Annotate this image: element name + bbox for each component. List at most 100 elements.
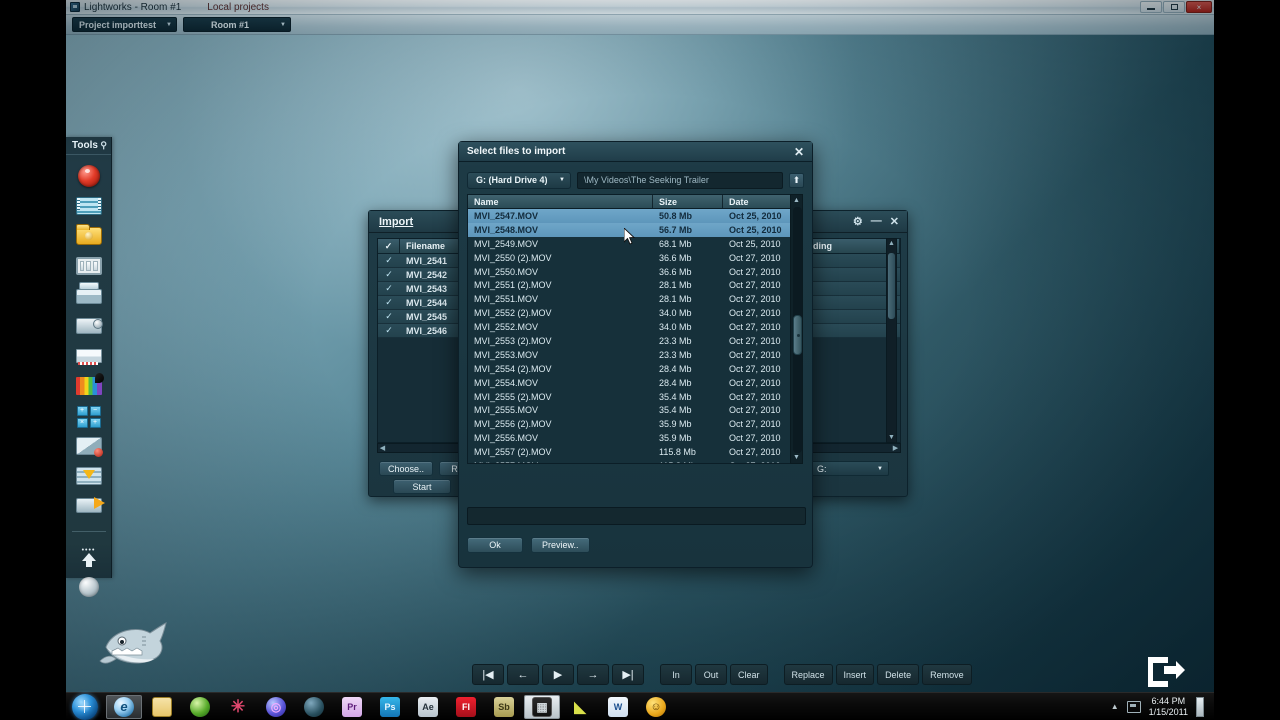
- capture-icon[interactable]: [75, 315, 103, 337]
- settings-icon[interactable]: ⚙: [853, 215, 863, 228]
- scrollbar-thumb[interactable]: [793, 315, 802, 355]
- column-header-size[interactable]: Size: [653, 195, 723, 208]
- row-checkbox[interactable]: ✓: [378, 324, 400, 337]
- taskbar-media-app-icon[interactable]: ◎: [258, 695, 294, 719]
- file-list-row[interactable]: MVI_2556 (2).MOV 35.9 Mb Oct 27, 2010: [468, 417, 794, 431]
- file-list-row[interactable]: MVI_2555 (2).MOV 35.4 Mb Oct 27, 2010: [468, 390, 794, 404]
- step-forward-icon[interactable]: →: [577, 664, 609, 685]
- start-button[interactable]: Start: [393, 479, 451, 494]
- file-list-row[interactable]: MVI_2547.MOV 50.8 Mb Oct 25, 2010: [468, 209, 794, 223]
- show-desktop-button[interactable]: [1196, 696, 1204, 717]
- file-list-scrollbar[interactable]: ▲ ▼: [790, 194, 803, 464]
- row-checkbox[interactable]: ✓: [378, 310, 400, 323]
- transport-clear-button[interactable]: Clear: [730, 664, 768, 685]
- taskbar-lightworks-icon[interactable]: ▦: [524, 694, 560, 719]
- transport-delete-button[interactable]: Delete: [877, 664, 920, 685]
- maximize-button[interactable]: [1163, 1, 1185, 13]
- file-list-row[interactable]: MVI_2550 (2).MOV 36.6 Mb Oct 27, 2010: [468, 251, 794, 265]
- vtr-icon[interactable]: [75, 285, 103, 307]
- scroll-right-icon[interactable]: ▶: [891, 444, 900, 452]
- taskbar-internet-explorer-icon[interactable]: e: [106, 694, 142, 719]
- choose-button[interactable]: Choose..: [379, 461, 434, 476]
- file-list-row[interactable]: MVI_2557 (2).MOV 115.8 Mb Oct 27, 2010: [468, 445, 794, 459]
- color-fx-icon[interactable]: [75, 375, 103, 397]
- file-list-row[interactable]: MVI_2551.MOV 28.1 Mb Oct 27, 2010: [468, 292, 794, 306]
- file-list-row[interactable]: MVI_2557.MOV115.8 MbOct 27, 2010: [468, 459, 794, 463]
- taskbar-messenger-icon[interactable]: ☺: [638, 695, 674, 719]
- file-list-row[interactable]: MVI_2552 (2).MOV 34.0 Mb Oct 27, 2010: [468, 306, 794, 320]
- taskbar-soundbooth-icon[interactable]: Sb: [486, 695, 522, 719]
- scrollbar-thumb[interactable]: [888, 253, 895, 319]
- file-list-row[interactable]: MVI_2551 (2).MOV 28.1 Mb Oct 27, 2010: [468, 278, 794, 292]
- keypad-icon[interactable]: + − × +: [75, 405, 103, 428]
- file-list-row[interactable]: MVI_2554 (2).MOV 28.4 Mb Oct 27, 2010: [468, 362, 794, 376]
- import-icon[interactable]: [75, 465, 103, 487]
- file-list-row[interactable]: MVI_2550.MOV 36.6 Mb Oct 27, 2010: [468, 265, 794, 279]
- step-back-icon[interactable]: ←: [507, 664, 539, 685]
- row-checkbox[interactable]: ✓: [378, 282, 400, 295]
- transport-insert-button[interactable]: Insert: [835, 664, 875, 685]
- scroll-down-icon[interactable]: ▼: [887, 433, 896, 442]
- skip-end-icon[interactable]: ▶|: [612, 664, 644, 685]
- filename-input[interactable]: [467, 507, 806, 525]
- export-icon[interactable]: [75, 495, 103, 517]
- row-checkbox[interactable]: ✓: [378, 268, 400, 281]
- minimize-icon[interactable]: —: [871, 215, 882, 228]
- close-button[interactable]: ×: [1186, 1, 1212, 13]
- folder-icon[interactable]: [75, 224, 103, 247]
- import-drive-combo[interactable]: G: ▼: [811, 461, 889, 476]
- transport-in-button[interactable]: In: [660, 664, 692, 685]
- file-list-row[interactable]: MVI_2554.MOV 28.4 Mb Oct 27, 2010: [468, 376, 794, 390]
- edit-desk-icon[interactable]: [75, 345, 103, 367]
- pin-icon[interactable]: ⚲: [100, 140, 107, 151]
- tray-monitor-icon[interactable]: [1126, 700, 1141, 713]
- column-header-name[interactable]: Name: [468, 195, 653, 208]
- import-table-vscrollbar[interactable]: ▲ ▼: [886, 238, 897, 443]
- minimize-button[interactable]: [1140, 1, 1162, 13]
- ok-button[interactable]: Ok: [467, 537, 523, 553]
- file-list-row[interactable]: MVI_2553.MOV 23.3 Mb Oct 27, 2010: [468, 348, 794, 362]
- film-strip-icon[interactable]: [75, 195, 103, 217]
- cut-icon[interactable]: [75, 435, 103, 457]
- preview-button[interactable]: Preview..: [531, 537, 590, 553]
- taskbar-windows-media-player-icon[interactable]: [182, 695, 218, 719]
- record-icon[interactable]: [75, 165, 103, 187]
- up-folder-icon[interactable]: ⬆: [789, 172, 804, 188]
- taskbar-after-effects-icon[interactable]: Ae: [410, 695, 446, 719]
- scroll-up-icon[interactable]: ▲: [791, 195, 802, 206]
- start-orb-icon[interactable]: [72, 693, 98, 720]
- taskbar-clock[interactable]: 6:44 PM 1/15/2011: [1149, 696, 1188, 718]
- scroll-left-icon[interactable]: ◀: [378, 444, 387, 452]
- column-header-check[interactable]: ✓: [378, 239, 400, 253]
- transport-remove-button[interactable]: Remove: [922, 664, 972, 685]
- taskbar-sticky-notes-icon[interactable]: ◣: [562, 695, 598, 719]
- taskbar-file-explorer-icon[interactable]: [144, 695, 180, 719]
- file-list-row[interactable]: MVI_2555.MOV 35.4 Mb Oct 27, 2010: [468, 403, 794, 417]
- room-selector[interactable]: Room #1 ▼: [182, 17, 291, 32]
- column-header-date[interactable]: Date: [723, 195, 794, 208]
- play-icon[interactable]: ▶: [542, 664, 574, 685]
- exit-arrow-icon[interactable]: [1142, 652, 1186, 688]
- scroll-up-icon[interactable]: ▲: [887, 239, 896, 248]
- ball-icon[interactable]: [75, 576, 103, 598]
- taskbar-flash-icon[interactable]: Fl: [448, 695, 484, 719]
- taskbar-word-icon[interactable]: W: [600, 695, 636, 719]
- path-field[interactable]: \My Videos\The Seeking Trailer: [577, 171, 783, 189]
- row-checkbox[interactable]: ✓: [378, 296, 400, 309]
- bins-icon[interactable]: [75, 255, 103, 277]
- taskbar-network-icon[interactable]: ✳: [220, 695, 256, 719]
- dialog-close-icon[interactable]: ✕: [794, 145, 804, 159]
- drive-selector[interactable]: G: (Hard Drive 4) ▼: [467, 171, 571, 189]
- close-icon[interactable]: ✕: [890, 215, 899, 228]
- skip-start-icon[interactable]: |◀: [472, 664, 504, 685]
- transport-out-button[interactable]: Out: [695, 664, 727, 685]
- taskbar-photoshop-icon[interactable]: Ps: [372, 695, 408, 719]
- project-selector[interactable]: Project importtest ▼: [72, 17, 177, 32]
- upload-icon[interactable]: ••••: [75, 546, 103, 568]
- file-list-row[interactable]: MVI_2553 (2).MOV 23.3 Mb Oct 27, 2010: [468, 334, 794, 348]
- taskbar-terminal-icon[interactable]: [296, 695, 332, 719]
- transport-replace-button[interactable]: Replace: [783, 664, 833, 685]
- scroll-down-icon[interactable]: ▼: [791, 452, 802, 463]
- file-list-row[interactable]: MVI_2556.MOV 35.9 Mb Oct 27, 2010: [468, 431, 794, 445]
- tray-expand-icon[interactable]: ▲: [1111, 702, 1119, 711]
